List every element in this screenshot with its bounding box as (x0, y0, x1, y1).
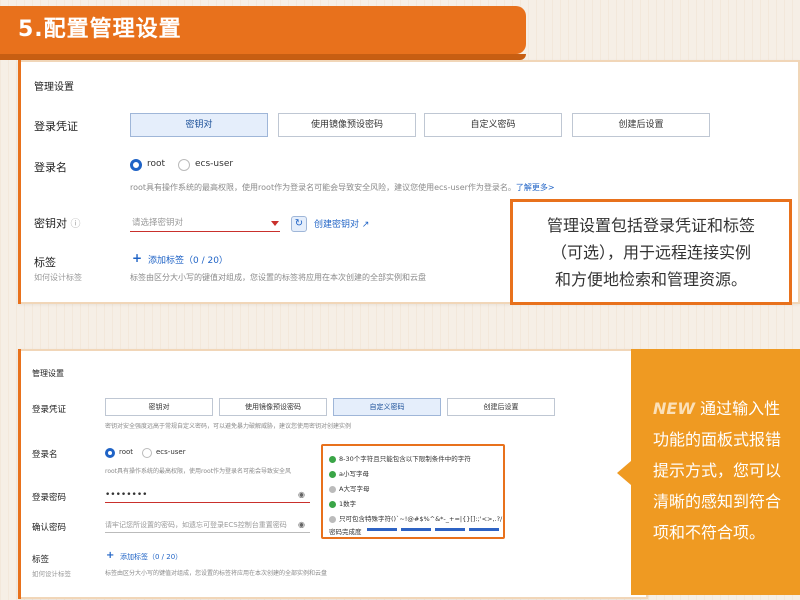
rule-uppercase: A大写字母 (329, 483, 369, 493)
radio-root[interactable] (130, 159, 142, 171)
tab-custom-password[interactable]: 自定义密码 (333, 398, 441, 416)
password-input[interactable]: •••••••• (105, 489, 310, 503)
radio-ecs-user[interactable] (178, 159, 190, 171)
tab-image-password[interactable]: 使用镜像预设密码 (278, 113, 416, 137)
tab-image-password[interactable]: 使用镜像预设密码 (219, 398, 327, 416)
credential-label: 登录凭证 (32, 405, 67, 415)
panel-title: 管理设置 (32, 369, 64, 378)
callout1-line-1: 管理设置包括登录凭证和标签 (546, 216, 755, 235)
chevron-down-icon (271, 221, 279, 226)
eye-icon[interactable]: ◉ (298, 490, 305, 499)
eye-icon[interactable]: ◉ (298, 520, 305, 529)
confirm-password-input[interactable]: 请牢记您所设置的密码，如遗忘可登录ECS控制台重置密码 (105, 519, 310, 533)
tag-label: 标签 (34, 256, 56, 269)
tag-design-link[interactable]: 如何设计标签 (34, 272, 82, 283)
tab-custom-password[interactable]: 自定义密码 (424, 113, 562, 137)
callout2-line-4: 清晰的感知到符合 (653, 492, 782, 511)
strength-bar-2 (401, 528, 431, 531)
strength-label: 密码完成度 (329, 528, 362, 536)
strength-bar-4 (469, 528, 499, 531)
radio-root[interactable] (105, 448, 115, 458)
credential-hint: 密钥对安全强度远高于常规自定义密码，可以避免暴力破解威胁，建议您使用密钥对创建实… (105, 423, 352, 430)
callout2-line-3: 提示方式，您可以 (653, 461, 782, 480)
panel-title: 管理设置 (34, 82, 74, 93)
radio-root-label: root (147, 159, 166, 169)
check-icon (329, 470, 336, 478)
external-link-icon: ↗ (361, 220, 370, 230)
tag-hint: 标签由区分大小写的键值对组成，您设置的标签将应用在本次创建的全部实例和云盘 (130, 273, 426, 282)
callout-box-2: NEW 通过输入性 功能的面板式报错 提示方式，您可以 清晰的感知到符合 项和不… (631, 349, 800, 595)
check-icon (329, 500, 336, 508)
help-icon[interactable]: ⓘ (71, 219, 81, 230)
root-hint: root具有操作系统的最高权限，使用root作为登录名可能会导致安全风险，建议您… (130, 183, 555, 192)
unmet-icon (329, 515, 336, 523)
create-keypair-link[interactable]: 创建密钥对 ↗ (314, 217, 369, 230)
callout1-line-2: （可选），用于远程连接实例 (550, 243, 751, 262)
radio-root-label: root (119, 448, 134, 456)
section-title: 5.配置管理设置 (0, 6, 526, 54)
refresh-icon[interactable]: ↻ (291, 216, 307, 232)
password-label: 登录密码 (32, 493, 67, 503)
plus-icon[interactable]: + (106, 550, 114, 561)
root-hint: root具有操作系统的最高权限，使用root作为登录名可能会导致安全风 (105, 468, 292, 475)
panel1-accent (18, 60, 21, 304)
new-badge: NEW (653, 399, 695, 418)
add-tag-button[interactable]: 添加标签（0 / 20） (148, 253, 228, 266)
tab-keypair[interactable]: 密钥对 (105, 398, 213, 416)
strength-bar-1 (367, 528, 397, 531)
strength-bar-3 (435, 528, 465, 531)
rule-lowercase: a小写字母 (329, 468, 369, 478)
callout2-line-2: 功能的面板式报错 (653, 430, 782, 449)
tab-set-later[interactable]: 创建后设置 (572, 113, 710, 137)
rule-length: 8-30个字符且只能包含以下限制条件中的字符 (329, 453, 471, 463)
callout2-line-5: 项和不符合项。 (653, 523, 766, 542)
check-icon (329, 455, 336, 463)
panel2-accent (18, 349, 21, 599)
plus-icon[interactable]: + (132, 251, 142, 265)
tag-hint: 标签由区分大小写的键值对组成，您设置的标签将应用在本次创建的全部实例和云盘 (105, 570, 328, 577)
learn-more-link[interactable]: 了解更多> (516, 183, 555, 192)
rule-special: 只可包含特殊字符()`~!@#$%^&*-_+=|{}[]:;'<>,.?/ (329, 513, 502, 523)
password-rules-popup: 8-30个字符且只能包含以下限制条件中的字符 a小写字母 A大写字母 1数字 只… (321, 444, 505, 539)
credential-label: 登录凭证 (34, 120, 78, 133)
callout-box-1: 管理设置包括登录凭证和标签 （可选），用于远程连接实例 和方便地检索和管理资源。 (510, 199, 792, 305)
callout-arrow (617, 461, 631, 485)
tag-design-link[interactable]: 如何设计标签 (32, 568, 71, 578)
unmet-icon (329, 485, 336, 493)
add-tag-button[interactable]: 添加标签（0 / 20） (120, 552, 182, 562)
confirm-password-label: 确认密码 (32, 523, 67, 533)
login-name-label: 登录名 (34, 161, 67, 174)
rule-digit: 1数字 (329, 498, 356, 508)
radio-ecs-user[interactable] (142, 448, 152, 458)
keypair-select[interactable]: 请选择密钥对 (130, 216, 280, 232)
keypair-label: 密钥对 ⓘ (34, 217, 81, 230)
radio-ecs-user-label: ecs-user (195, 159, 234, 169)
radio-ecs-user-label: ecs-user (156, 448, 186, 456)
login-name-label: 登录名 (32, 450, 58, 460)
callout1-line-3: 和方便地检索和管理资源。 (554, 270, 747, 289)
callout2-line-1: NEW 通过输入性 (653, 399, 781, 418)
tag-label: 标签 (32, 555, 50, 565)
tab-keypair[interactable]: 密钥对 (130, 113, 268, 137)
tab-set-later[interactable]: 创建后设置 (447, 398, 555, 416)
